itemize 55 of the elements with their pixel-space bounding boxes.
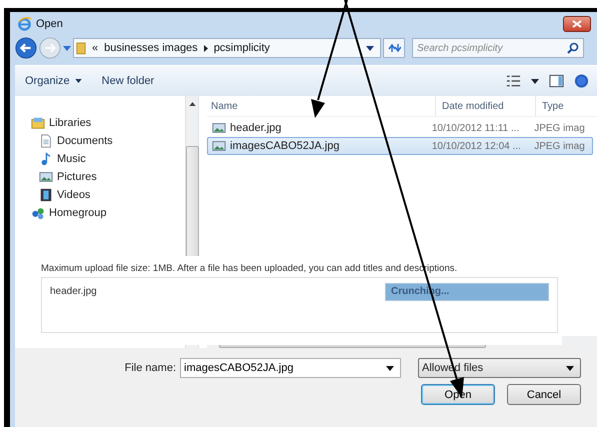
file-name: imagesCABO52JA.jpg bbox=[230, 140, 340, 152]
file-date: 10/10/2012 12:04 ... bbox=[430, 140, 522, 152]
file-row[interactable]: imagesCABO52JA.jpg 10/10/2012 12:04 ... JPEG imag bbox=[207, 137, 593, 155]
caret-icon bbox=[74, 79, 82, 83]
dropdown-caret-icon[interactable] bbox=[366, 46, 374, 50]
refresh-icon bbox=[387, 42, 401, 54]
address-bar[interactable]: « businesses images pcsimplicity bbox=[73, 38, 381, 58]
breadcrumb[interactable]: pcsimplicity bbox=[214, 42, 270, 54]
scroll-up-arrow-icon[interactable] bbox=[188, 102, 196, 106]
preview-pane-icon[interactable] bbox=[549, 74, 564, 88]
breadcrumb[interactable]: businesses images bbox=[104, 42, 198, 54]
dropdown-caret-icon bbox=[386, 366, 394, 371]
music-note-icon bbox=[39, 152, 53, 166]
column-header[interactable]: Date modified bbox=[435, 96, 535, 116]
nav-item[interactable]: Libraries bbox=[49, 117, 92, 129]
upload-file-name: header.jpg bbox=[50, 286, 97, 297]
refresh-button[interactable] bbox=[383, 38, 405, 58]
library-folder-icon bbox=[31, 116, 45, 130]
overflow-chevron[interactable]: « bbox=[92, 42, 98, 54]
toolbar-button[interactable]: New folder bbox=[102, 75, 154, 87]
homegroup-icon bbox=[31, 206, 45, 220]
globe-icon bbox=[17, 16, 32, 31]
close-icon bbox=[572, 20, 582, 28]
view-list-icon[interactable] bbox=[506, 74, 521, 88]
nav-item[interactable]: Homegroup bbox=[49, 207, 106, 219]
file-name: header.jpg bbox=[230, 122, 282, 134]
dropdown-caret-icon bbox=[566, 366, 574, 370]
folder-icon bbox=[76, 41, 86, 55]
file-type: JPEG imag bbox=[533, 122, 586, 134]
picture-icon bbox=[212, 139, 226, 153]
column-header[interactable]: Type bbox=[535, 96, 595, 116]
picture-icon bbox=[212, 121, 226, 135]
file-date: 10/10/2012 11:11 ... bbox=[430, 122, 520, 134]
file-name-field[interactable]: imagesCABO52JA.jpg bbox=[180, 358, 401, 378]
search-field[interactable]: Search pcsimplicity bbox=[412, 38, 584, 58]
close-button[interactable] bbox=[563, 16, 591, 32]
help-icon[interactable] bbox=[574, 74, 589, 88]
window-title: Open bbox=[36, 18, 63, 30]
nav-item[interactable]: Videos bbox=[57, 189, 90, 201]
nav-item[interactable]: Music bbox=[57, 153, 86, 165]
back-button[interactable] bbox=[15, 37, 37, 59]
nav-item[interactable]: Pictures bbox=[57, 171, 97, 183]
film-icon bbox=[39, 188, 53, 202]
column-header[interactable]: Name bbox=[207, 96, 435, 116]
file-name-label: File name: bbox=[124, 362, 176, 374]
document-icon bbox=[39, 134, 53, 148]
file-type: JPEG imag bbox=[533, 140, 586, 152]
picture-icon bbox=[39, 170, 53, 184]
dropdown-caret-icon[interactable] bbox=[531, 78, 539, 84]
cancel-button[interactable]: Cancel bbox=[507, 384, 581, 405]
chevron-icon[interactable] bbox=[204, 44, 208, 52]
nav-item[interactable]: Documents bbox=[57, 135, 113, 147]
file-row[interactable]: header.jpg 10/10/2012 11:11 ... JPEG imag bbox=[207, 119, 593, 137]
search-icon bbox=[567, 42, 579, 54]
organize-menu[interactable]: Organize bbox=[25, 75, 82, 87]
